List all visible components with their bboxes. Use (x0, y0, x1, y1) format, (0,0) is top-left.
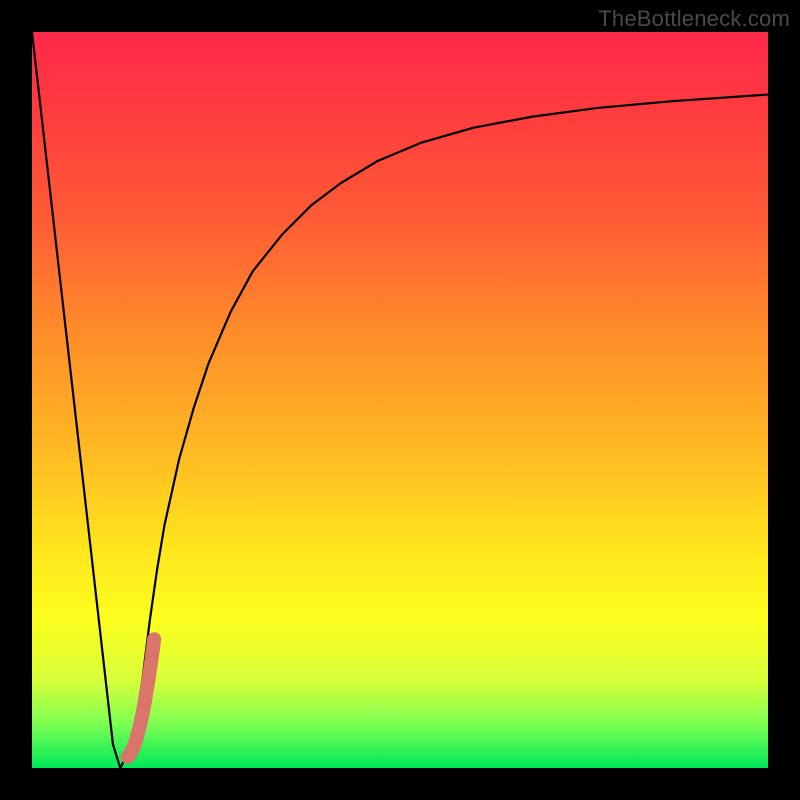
plot-area (32, 32, 768, 768)
watermark-text: TheBottleneck.com (598, 6, 790, 32)
red-marker (128, 639, 154, 757)
chart-svg (32, 32, 768, 768)
chart-frame: TheBottleneck.com (0, 0, 800, 800)
black-curve (32, 32, 768, 768)
